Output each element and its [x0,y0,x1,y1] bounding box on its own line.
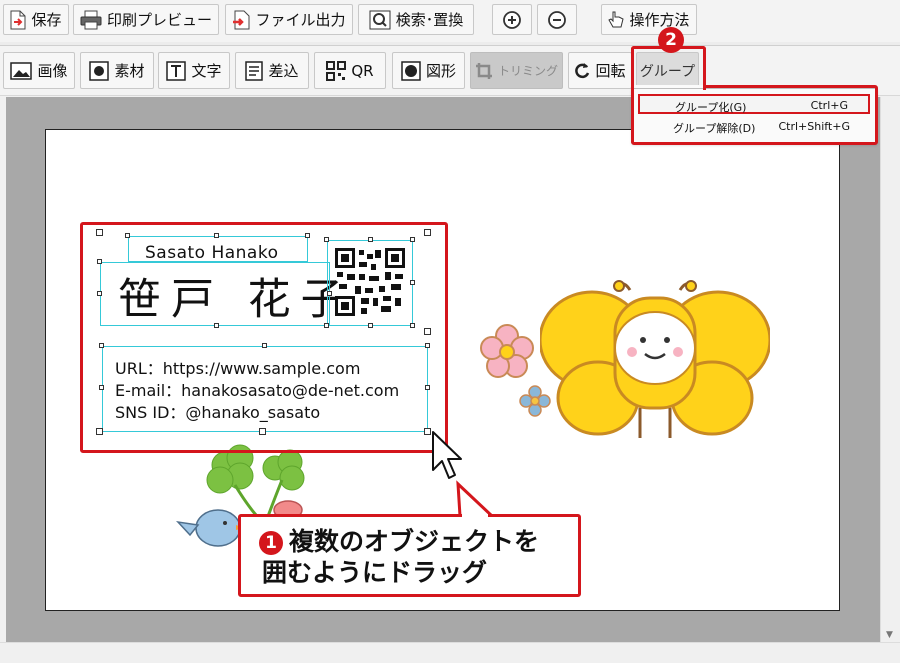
merge-label: 差込 [268,62,299,80]
image-icon [10,61,33,80]
file-output-button[interactable]: ファイル出力 [225,4,353,35]
rotate-button[interactable]: 回転 [568,52,632,89]
file-export-icon [232,10,250,30]
print-preview-button[interactable]: 印刷プレビュー [73,4,219,35]
material-label: 素材 [114,62,145,80]
vertical-scrollbar[interactable]: ▼ [880,97,900,642]
callout-pointer-mask [462,514,488,518]
file-output-label: ファイル出力 [255,11,346,29]
step2-badge: 2 [658,27,684,53]
zoom-in-icon [502,10,522,30]
trimming-label: トリミング [497,64,558,78]
how-to-button[interactable]: 操作方法 [601,4,697,35]
search-replace-label: 検索･置換 [395,11,464,29]
shape-icon [401,60,421,81]
butterfly-girl-illustration[interactable] [540,280,770,450]
zoom-out-button[interactable] [537,4,577,35]
save-icon [10,10,26,30]
text-button[interactable]: 文字 [158,52,230,89]
save-button[interactable]: 保存 [3,4,69,35]
print-preview-label: 印刷プレビュー [106,11,212,29]
scroll-down-icon[interactable]: ▼ [886,630,893,640]
rotate-label: 回転 [595,62,626,80]
step1-badge: 1 [259,531,283,555]
main-toolbar: 保存 印刷プレビュー ファイル出力 検索･置換 操作方法 [0,0,900,42]
hand-pointer-icon [608,10,625,30]
trimming-button[interactable]: トリミング [470,52,563,89]
step1-text-line2: 囲むようにドラッグ [262,558,488,587]
search-document-icon [369,10,391,30]
material-icon [89,60,110,81]
crop-icon [475,62,493,80]
highlight-joint-mask [634,85,703,88]
shape-button[interactable]: 図形 [392,52,465,89]
shape-label: 図形 [425,62,456,80]
merge-icon [245,60,264,81]
printer-icon [80,10,102,30]
group-menu-highlight [631,85,878,145]
zoom-in-button[interactable] [492,4,532,35]
drag-area-highlight [80,222,448,453]
qr-code-icon [326,60,347,81]
image-button[interactable]: 画像 [3,52,75,89]
qr-button[interactable]: QR [314,52,386,89]
merge-button[interactable]: 差込 [235,52,309,89]
zoom-out-icon [547,10,567,30]
callout-pointer [456,480,494,518]
save-label: 保存 [31,11,62,29]
search-replace-button[interactable]: 検索･置換 [358,4,474,35]
horizontal-scrollbar[interactable] [0,642,900,663]
pink-flower-illustration[interactable] [478,322,536,380]
step1-text-line1: 複数のオブジェクトを [289,527,540,556]
material-button[interactable]: 素材 [80,52,154,89]
image-label: 画像 [37,62,68,80]
how-to-label: 操作方法 [629,11,690,29]
qr-label: QR [351,61,374,80]
rotate-icon [574,62,590,80]
text-icon [166,60,187,81]
text-label: 文字 [191,62,222,80]
mouse-cursor-icon [432,431,462,479]
